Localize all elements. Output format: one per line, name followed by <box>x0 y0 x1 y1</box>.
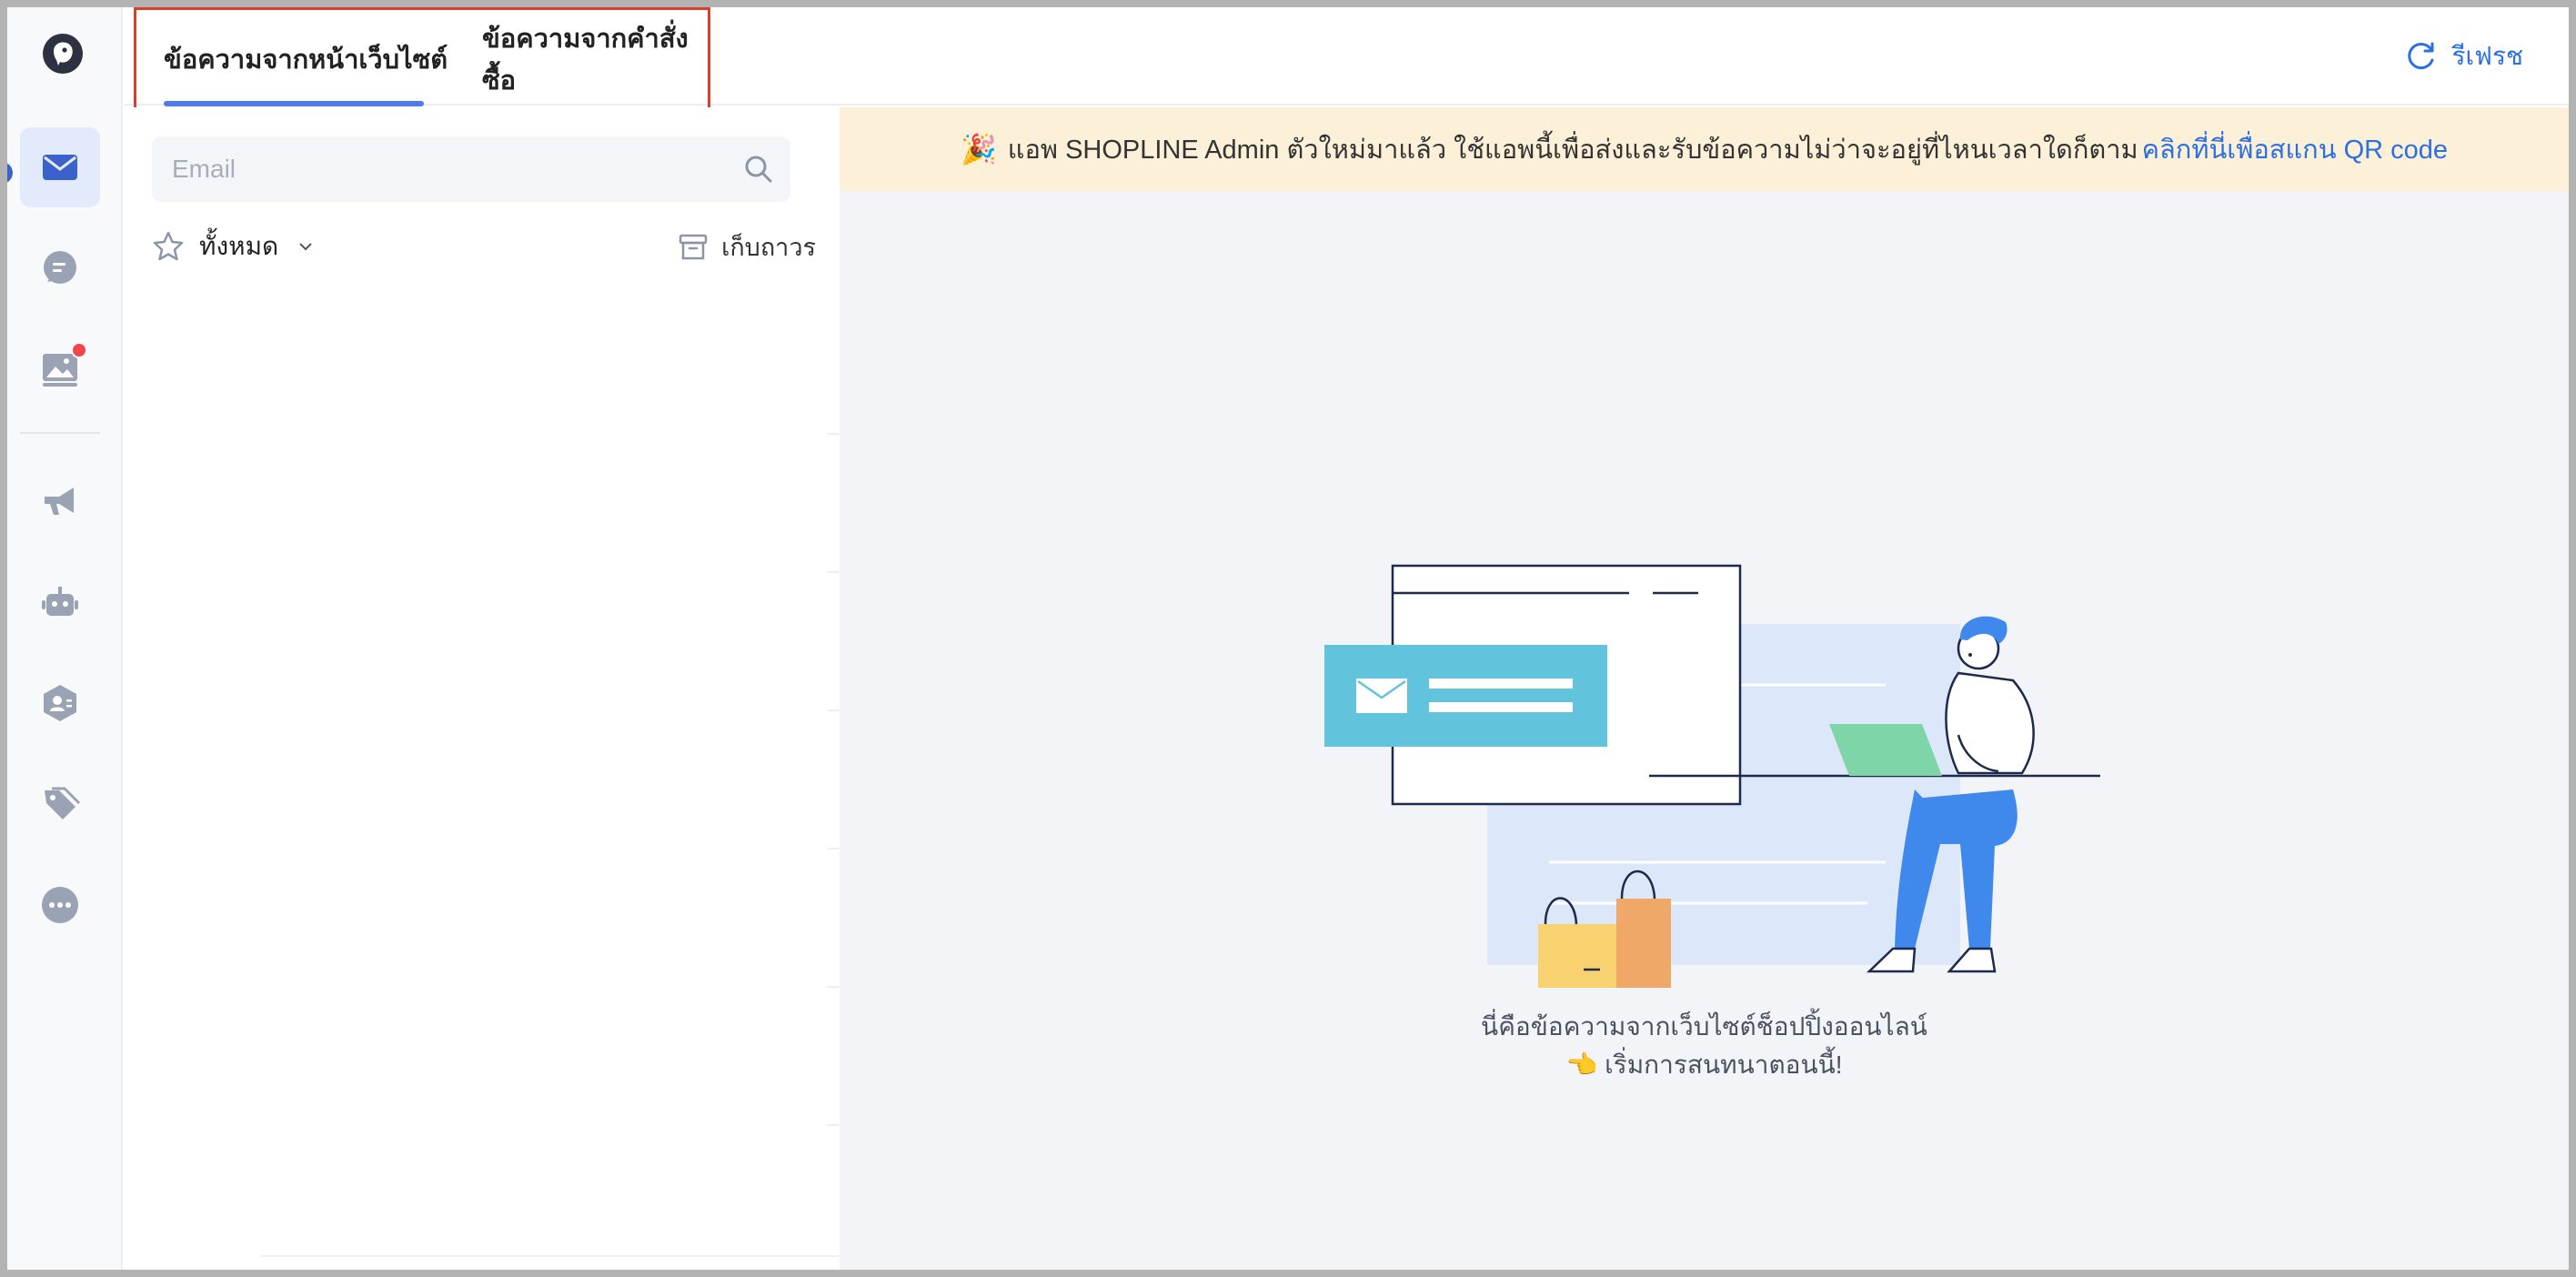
megaphone-icon <box>45 488 74 515</box>
contact-shield-icon <box>44 685 76 721</box>
sidebar-item-more[interactable] <box>20 865 100 945</box>
more-icon <box>42 887 78 923</box>
archive-button[interactable]: เก็บถาวร <box>678 227 816 266</box>
banner-text: แอพ SHOPLINE Admin ตัวใหม่มาแล้ว ใช้แอพน… <box>1007 136 2138 165</box>
channel-tabs: ข้อความจากหน้าเว็บไซต์ ข้อความจากคำสั่งซ… <box>134 7 710 113</box>
sidebar-item-media-messages[interactable] <box>20 329 100 409</box>
refresh-label: รีเฟรช <box>2451 42 2523 70</box>
list-divider <box>261 1255 840 1257</box>
archive-label: เก็บถาวร <box>721 233 816 261</box>
sidebar-item-customers[interactable] <box>20 663 100 743</box>
search-button[interactable] <box>727 136 790 202</box>
chevron-down-icon <box>299 243 312 251</box>
empty-state-line-1: นี่คือข้อความจากเว็บไซต์ช็อปปิ้งออนไลน์ <box>1481 1012 1927 1041</box>
search-icon <box>745 156 772 183</box>
list-scroll-track <box>827 107 840 1270</box>
refresh-button[interactable]: รีเฟรช <box>2403 7 2523 106</box>
filter-row: ทั้งหมด เก็บถาวร <box>152 224 816 269</box>
main-content: 🎉 แอพ SHOPLINE Admin ตัวใหม่มาแล้ว ใช้แอ… <box>840 107 2569 1270</box>
tab-website-messages[interactable]: ข้อความจากหน้าเว็บไซต์ <box>164 10 448 108</box>
empty-state-message: นี่คือข้อความจากเว็บไซต์ช็อปปิ้งออนไลน์ … <box>840 1008 2569 1084</box>
sidebar-collapse-handle[interactable] <box>7 162 13 184</box>
left-nav-sidebar <box>7 7 123 1270</box>
filter-dropdown[interactable]: ทั้งหมด <box>152 226 315 266</box>
filter-label: ทั้งหมด <box>199 232 279 260</box>
archive-icon <box>679 234 708 260</box>
app-frame: ข้อความจากหน้าเว็บไซต์ ข้อความจากคำสั่งซ… <box>7 7 2569 1270</box>
chat-icon <box>44 251 76 284</box>
party-popper-icon: 🎉 <box>960 133 997 166</box>
active-tab-indicator <box>164 101 424 106</box>
bot-icon <box>42 587 78 616</box>
sidebar-item-messages[interactable] <box>20 127 100 207</box>
search-box <box>152 136 790 202</box>
mail-icon <box>43 155 77 180</box>
tag-icon <box>45 787 81 819</box>
shopline-logo-icon[interactable] <box>40 31 86 76</box>
sidebar-item-broadcast[interactable] <box>20 461 100 541</box>
empty-state-line-2: 👈 เริ่มการสนทนาตอนนี้! <box>1565 1051 1843 1079</box>
refresh-icon <box>2407 42 2434 70</box>
sidebar-item-chatbot[interactable] <box>20 562 100 642</box>
top-bar: ข้อความจากหน้าเว็บไซต์ ข้อความจากคำสั่งซ… <box>125 7 2569 113</box>
star-icon <box>153 231 184 261</box>
notification-badge <box>71 342 87 358</box>
conversation-list-panel: ทั้งหมด เก็บถาวร <box>125 107 840 1270</box>
search-input[interactable] <box>152 136 727 202</box>
sidebar-item-tags[interactable] <box>20 764 100 844</box>
tab-order-messages[interactable]: ข้อความจากคำสั่งซื้อ <box>482 10 708 108</box>
sidebar-divider <box>20 432 100 434</box>
sidebar-item-chat[interactable] <box>20 228 100 308</box>
qr-code-link[interactable]: คลิกที่นี่เพื่อสแกน QR code <box>2142 128 2448 170</box>
empty-state-illustration <box>1324 564 2100 988</box>
app-promo-banner: 🎉 แอพ SHOPLINE Admin ตัวใหม่มาแล้ว ใช้แอ… <box>840 107 2569 191</box>
